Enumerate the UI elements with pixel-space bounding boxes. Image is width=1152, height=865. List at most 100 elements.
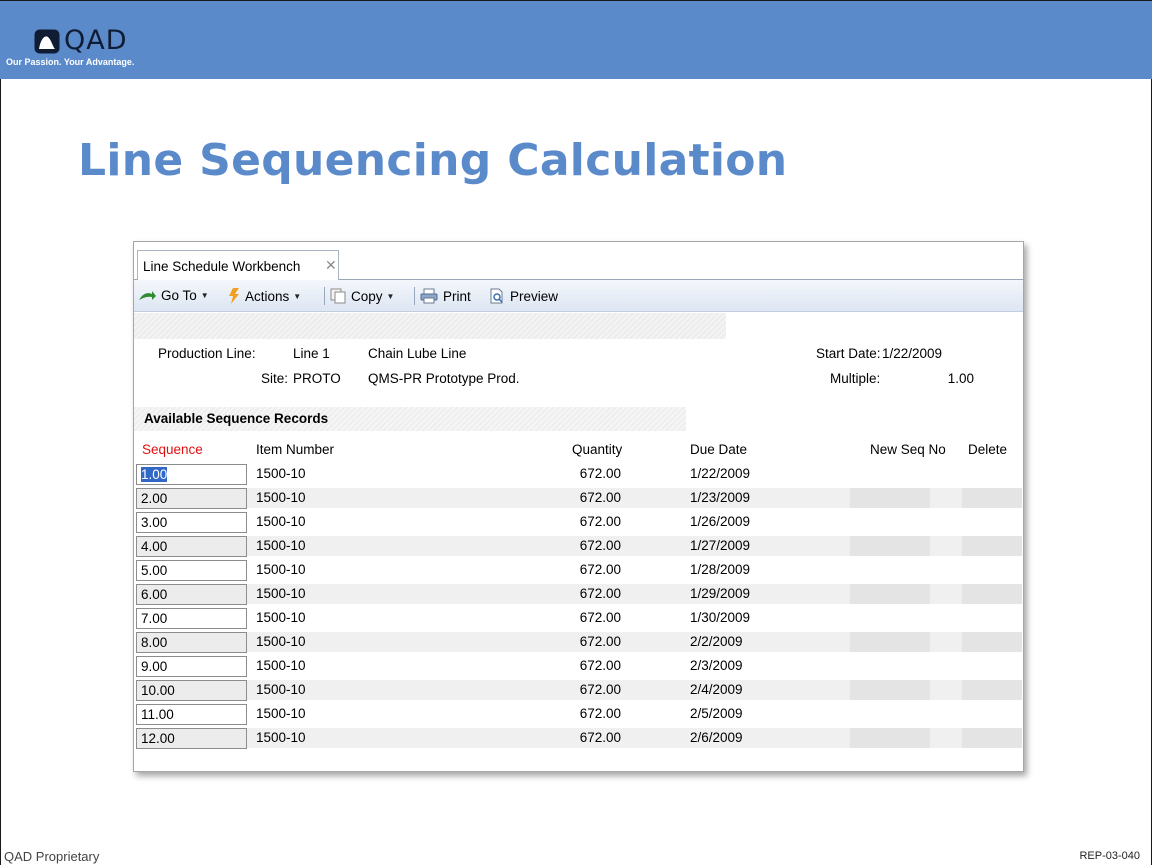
qad-logo-icon — [34, 29, 60, 54]
column-header-due-date[interactable]: Due Date — [690, 442, 747, 457]
item-number-cell: 1500-10 — [256, 562, 306, 577]
delete-field[interactable] — [962, 680, 1022, 700]
new-seq-no-field[interactable] — [850, 488, 930, 508]
chevron-down-icon: ▼ — [386, 291, 395, 301]
item-number-cell: 1500-10 — [256, 490, 306, 505]
column-header-quantity[interactable]: Quantity — [572, 442, 622, 457]
due-date-cell: 2/3/2009 — [690, 658, 743, 673]
tab-line-schedule-workbench[interactable]: Line Schedule Workbench ✕ — [137, 250, 339, 280]
section-header: Available Sequence Records — [134, 407, 686, 431]
copy-label: Copy — [351, 288, 383, 304]
logo-wordmark: QAD — [64, 25, 128, 56]
quantity-cell: 672.00 — [579, 586, 621, 601]
sequence-input[interactable]: 2.00 — [136, 488, 247, 509]
due-date-cell: 1/30/2009 — [690, 610, 751, 625]
column-header-delete[interactable]: Delete — [968, 442, 1007, 457]
new-seq-no-field[interactable] — [850, 632, 930, 652]
close-icon[interactable]: ✕ — [325, 257, 337, 274]
sequence-input[interactable]: 1.00 — [136, 464, 247, 485]
quantity-cell: 672.00 — [579, 682, 621, 697]
due-date-cell: 1/27/2009 — [690, 538, 751, 553]
sequence-input[interactable]: 8.00 — [136, 632, 247, 653]
footer-code: REP-03-040 — [1079, 850, 1140, 862]
info-strip — [134, 313, 726, 339]
sequence-input[interactable]: 11.00 — [136, 704, 247, 725]
slide-title: Line Sequencing Calculation — [78, 135, 788, 186]
quantity-cell: 672.00 — [579, 562, 621, 577]
sequence-input[interactable]: 10.00 — [136, 680, 247, 701]
due-date-cell: 1/22/2009 — [690, 466, 751, 481]
preview-label: Preview — [510, 288, 559, 304]
chevron-down-icon: ▼ — [293, 291, 302, 301]
item-number-cell: 1500-10 — [256, 658, 306, 673]
sequence-input[interactable]: 12.00 — [136, 728, 247, 749]
toolbar-divider — [324, 287, 325, 305]
actions-label: Actions — [245, 288, 290, 304]
table-row: 10.00 1500-10 672.00 2/4/2009 — [134, 678, 1023, 702]
due-date-cell: 1/26/2009 — [690, 514, 751, 529]
copy-button[interactable]: Copy ▼ — [330, 288, 394, 304]
delete-field[interactable] — [962, 632, 1022, 652]
quantity-cell: 672.00 — [579, 730, 621, 745]
sequence-input[interactable]: 3.00 — [136, 512, 247, 533]
goto-button[interactable]: Go To ▼ — [138, 288, 209, 303]
new-seq-no-field[interactable] — [850, 680, 930, 700]
print-label: Print — [443, 288, 471, 304]
new-seq-no-field[interactable] — [850, 728, 930, 748]
actions-button[interactable]: Actions ▼ — [228, 288, 301, 304]
print-button[interactable]: Print — [420, 288, 471, 304]
delete-field[interactable] — [962, 536, 1022, 556]
due-date-cell: 2/4/2009 — [690, 682, 743, 697]
delete-field[interactable] — [962, 584, 1022, 604]
copy-icon — [330, 288, 346, 304]
table-row: 12.00 1500-10 672.00 2/6/2009 — [134, 726, 1023, 750]
sequence-input[interactable]: 9.00 — [136, 656, 247, 677]
preview-button[interactable]: Preview — [489, 288, 558, 304]
quantity-cell: 672.00 — [579, 490, 621, 505]
multiple-label: Multiple: — [830, 371, 881, 386]
production-line-label: Production Line: — [158, 346, 256, 361]
quantity-cell: 672.00 — [579, 658, 621, 673]
sequence-input[interactable]: 4.00 — [136, 536, 247, 557]
sequence-input[interactable]: 6.00 — [136, 584, 247, 605]
new-seq-no-field[interactable] — [850, 536, 930, 556]
line-schedule-workbench-window: Line Schedule Workbench ✕ Go To ▼ Action… — [133, 241, 1024, 772]
table-row: 6.00 1500-10 672.00 1/29/2009 — [134, 582, 1023, 606]
delete-field[interactable] — [962, 728, 1022, 748]
due-date-cell: 2/5/2009 — [690, 706, 743, 721]
table-row: 11.00 1500-10 672.00 2/5/2009 — [134, 702, 1023, 726]
table-row: 8.00 1500-10 672.00 2/2/2009 — [134, 630, 1023, 654]
item-number-cell: 1500-10 — [256, 634, 306, 649]
production-line-value: Line 1 — [293, 346, 330, 361]
item-number-cell: 1500-10 — [256, 682, 306, 697]
section-title: Available Sequence Records — [144, 411, 329, 426]
site-description: QMS-PR Prototype Prod. — [368, 371, 520, 386]
item-number-cell: 1500-10 — [256, 610, 306, 625]
multiple-value: 1.00 — [947, 371, 974, 386]
sequence-input[interactable]: 5.00 — [136, 560, 247, 581]
quantity-cell: 672.00 — [579, 634, 621, 649]
quantity-cell: 672.00 — [579, 706, 621, 721]
column-header-sequence[interactable]: Sequence — [142, 442, 203, 457]
item-number-cell: 1500-10 — [256, 730, 306, 745]
due-date-cell: 2/2/2009 — [690, 634, 743, 649]
item-number-cell: 1500-10 — [256, 466, 306, 481]
sequence-input[interactable]: 7.00 — [136, 608, 247, 629]
table-row: 2.00 1500-10 672.00 1/23/2009 — [134, 486, 1023, 510]
toolbar-divider — [414, 287, 415, 305]
quantity-cell: 672.00 — [579, 466, 621, 481]
lightning-icon — [229, 288, 239, 304]
new-seq-no-field[interactable] — [850, 584, 930, 604]
site-label: Site: — [260, 371, 288, 386]
due-date-cell: 1/23/2009 — [690, 490, 751, 505]
quantity-cell: 672.00 — [579, 610, 621, 625]
delete-field[interactable] — [962, 488, 1022, 508]
column-header-new-seq-no[interactable]: New Seq No — [870, 442, 946, 457]
column-header-item-number[interactable]: Item Number — [256, 442, 334, 457]
due-date-cell: 1/29/2009 — [690, 586, 751, 601]
table-row: 7.00 1500-10 672.00 1/30/2009 — [134, 606, 1023, 630]
sequence-table: 1.00 1500-10 672.00 1/22/2009 2.00 1500-… — [134, 462, 1023, 750]
item-number-cell: 1500-10 — [256, 538, 306, 553]
due-date-cell: 2/6/2009 — [690, 730, 743, 745]
table-row: 9.00 1500-10 672.00 2/3/2009 — [134, 654, 1023, 678]
